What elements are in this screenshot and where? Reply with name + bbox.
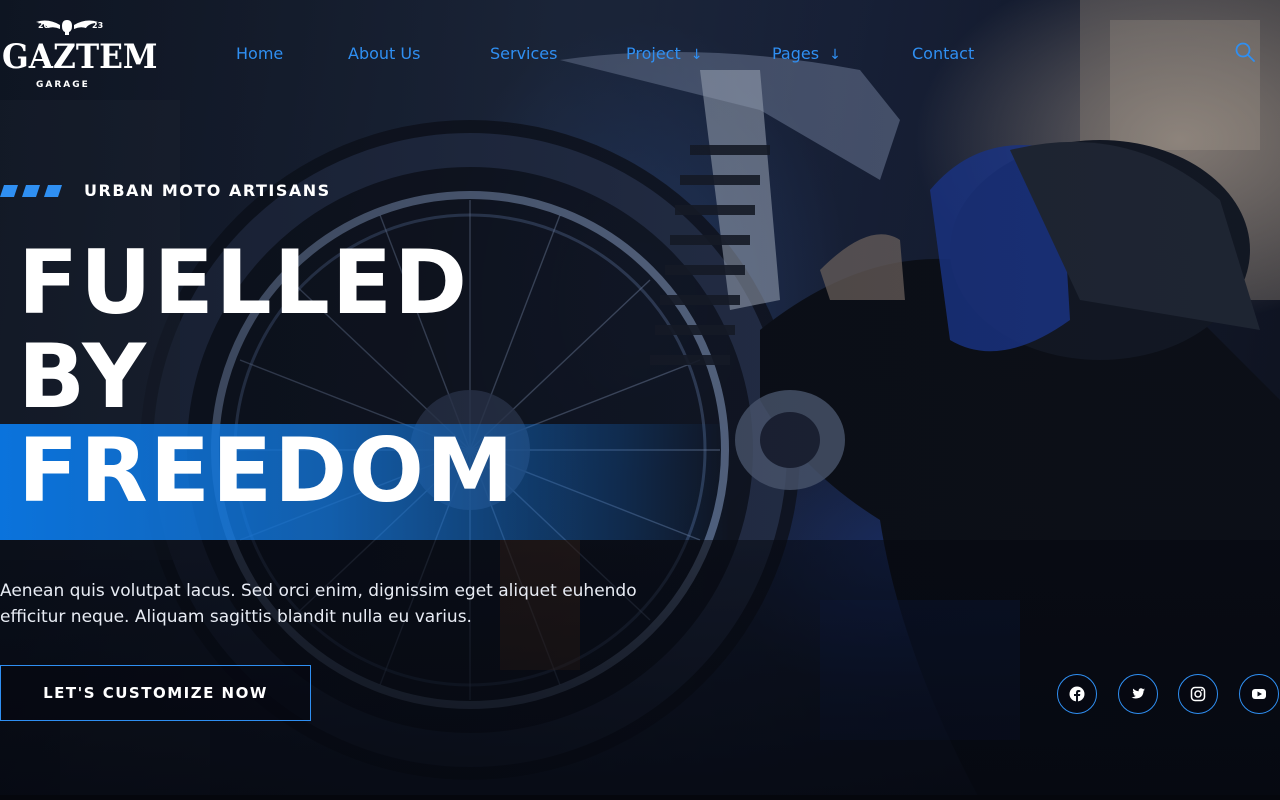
winged-skull-icon	[36, 20, 98, 35]
customize-now-label: LET'S CUSTOMIZE NOW	[43, 684, 268, 702]
nav-home-label: Home	[236, 44, 284, 63]
nav-about-us-label: About Us	[348, 44, 421, 63]
nav-home[interactable]: Home	[236, 43, 283, 65]
headline-line-1: FUELLED	[18, 231, 469, 334]
nav-about-us[interactable]: About Us	[348, 43, 420, 65]
accent-stripes-icon	[0, 185, 62, 197]
hero-description: Aenean quis volutpat lacus. Sed orci eni…	[0, 581, 637, 627]
chevron-down-icon: ↓	[690, 47, 703, 63]
customize-now-button[interactable]: LET'S CUSTOMIZE NOW	[0, 665, 311, 721]
nav-services-label: Services	[490, 44, 558, 63]
nav-pages-label: Pages	[772, 44, 820, 63]
facebook-icon[interactable]	[1057, 674, 1097, 714]
youtube-icon[interactable]	[1239, 674, 1279, 714]
nav-services[interactable]: Services	[490, 43, 557, 65]
chevron-down-icon: ↓	[829, 47, 841, 63]
search-icon[interactable]	[1234, 41, 1256, 63]
nav-contact-label: Contact	[912, 44, 975, 63]
nav-project[interactable]: Project ↓	[626, 43, 702, 66]
headline-line-3: FREEDOM	[18, 419, 516, 522]
nav-pages[interactable]: Pages ↓	[772, 43, 841, 66]
main-navigation: Home About Us Services Project ↓ Pages ↓ C…	[0, 43, 1280, 67]
brand-subtitle: GARAGE	[36, 80, 90, 90]
instagram-icon[interactable]	[1178, 674, 1218, 714]
hero-eyebrow-text: URBAN MOTO ARTISANS	[84, 181, 331, 200]
nav-project-label: Project	[626, 44, 681, 63]
nav-contact[interactable]: Contact	[912, 43, 974, 65]
headline-line-2: BY	[18, 325, 148, 428]
twitter-icon[interactable]	[1118, 674, 1158, 714]
hero-headline: FUELLED BY FREEDOM	[18, 236, 718, 518]
